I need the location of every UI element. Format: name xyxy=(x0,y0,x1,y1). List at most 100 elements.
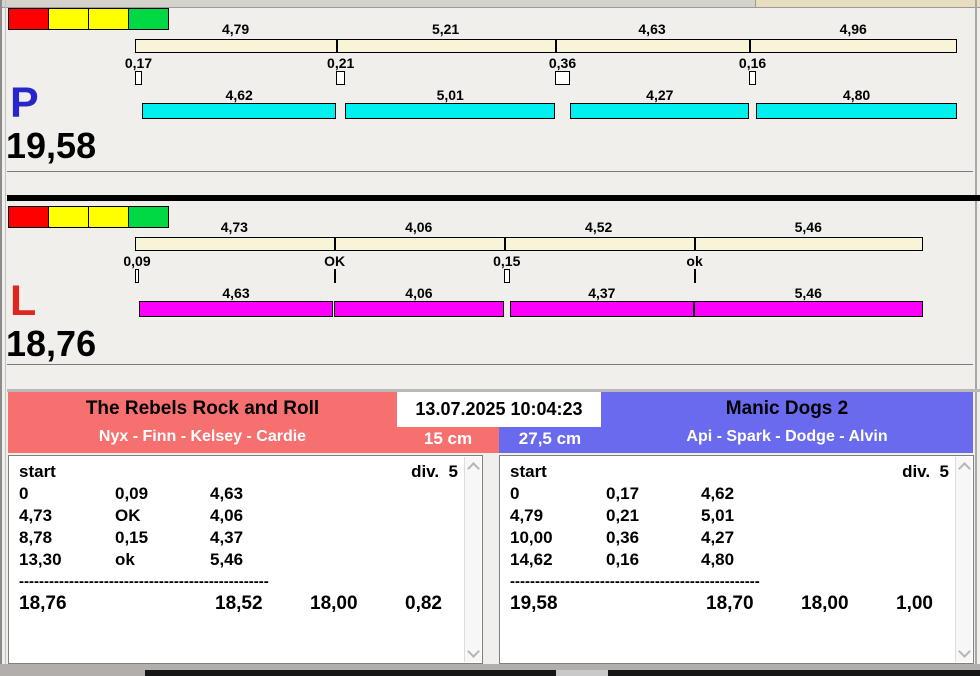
table-total-value: 18,52 xyxy=(215,593,263,614)
lane-letter: L xyxy=(10,277,37,325)
dog-run-bar-segment xyxy=(570,103,750,119)
status-light xyxy=(48,8,89,30)
table-left-scrollbar[interactable] xyxy=(464,457,481,662)
exchange-ok-tick xyxy=(693,269,696,283)
exchange-time-label: ok xyxy=(686,253,703,269)
dog-run-bar-segment xyxy=(138,301,334,317)
exchange-time-label: 0,36 xyxy=(548,55,577,71)
team-right-height-class: 27,5 cm xyxy=(518,429,582,448)
table-total-value: 18,76 xyxy=(19,593,67,614)
exchange-indicator-box xyxy=(336,71,346,85)
table-right-scrollbar[interactable] xyxy=(955,457,972,662)
bar-segment-divider xyxy=(555,40,557,52)
team-left-results-table: start div. 5 ---------------------------… xyxy=(8,455,483,664)
status-light xyxy=(48,206,89,228)
exchange-time-label: 0,16 xyxy=(738,55,767,71)
split-time-label: 4,06 xyxy=(405,219,433,235)
dog-run-bar-segment xyxy=(510,301,694,317)
run-time-label: 5,46 xyxy=(794,285,822,301)
table-cell: ok xyxy=(115,550,135,569)
exchange-indicator-box xyxy=(555,71,570,85)
status-light xyxy=(8,8,49,30)
table-header-start: start xyxy=(19,462,56,481)
lane-total-time: 18,76 xyxy=(6,323,97,364)
exchange-time-label: 0,09 xyxy=(123,253,151,269)
exchange-time-label: OK xyxy=(324,253,346,269)
chevron-down-icon xyxy=(467,645,480,658)
bar-segment-divider xyxy=(333,238,336,250)
lane-letter: P xyxy=(10,79,39,127)
table-cell: 4,06 xyxy=(210,506,244,525)
relay-panel-l: 4,73 4,06 4,52 5,46 0,09 OK 0,15 ok 4,63 4,06 4,37… xyxy=(0,206,980,370)
split-time-label: 4,52 xyxy=(585,219,613,235)
split-time-label: 4,79 xyxy=(221,21,250,37)
chevron-up-icon xyxy=(467,462,480,475)
table-cell: 0,36 xyxy=(606,528,640,547)
team-right-name: Manic Dogs 2 xyxy=(725,398,849,419)
lane-total-time: 19,58 xyxy=(6,125,97,166)
table-cell: 4,63 xyxy=(210,484,244,503)
relay-panel-p: 4,79 5,21 4,63 4,96 0,17 0,21 0,36 0,16 4,62 5,01… xyxy=(0,8,980,172)
team-left-members: Nyx - Finn - Kelsey - Cardie xyxy=(98,428,307,445)
table-separator-dashes: ----------------------------------------… xyxy=(19,573,269,590)
run-time-label: 5,01 xyxy=(436,87,464,103)
table-cell: 5,46 xyxy=(210,550,244,569)
table-cell: 4,73 xyxy=(19,506,53,525)
split-total-bar xyxy=(135,39,958,53)
scroll-up-button[interactable] xyxy=(956,457,972,475)
exchange-time-label: 0,15 xyxy=(493,253,521,269)
split-time-label: 5,21 xyxy=(431,21,460,37)
scroll-up-button[interactable] xyxy=(465,457,481,475)
split-time-label: 5,46 xyxy=(794,219,822,235)
taskbar-fragment-notch xyxy=(556,670,608,676)
table-cell: 10,00 xyxy=(510,528,553,547)
scroll-down-button[interactable] xyxy=(465,644,481,662)
team-left-height-class: 15 cm xyxy=(423,429,473,448)
table-cell: 8,78 xyxy=(19,528,53,547)
dog-run-bar-segment xyxy=(693,301,923,317)
status-light xyxy=(88,206,129,228)
table-total-value: 18,70 xyxy=(706,593,754,614)
table-cell: 4,37 xyxy=(210,528,244,547)
table-total-value: 18,00 xyxy=(801,593,849,614)
table-separator-dashes: ----------------------------------------… xyxy=(510,573,760,590)
exchange-time-label: 0,17 xyxy=(124,55,153,71)
table-cell: 0,17 xyxy=(606,484,640,503)
dog-run-bar-segment xyxy=(142,103,337,119)
table-cell: 5,01 xyxy=(701,506,735,525)
bar-segment-divider xyxy=(503,238,506,250)
bar-segment-divider xyxy=(749,40,752,52)
exchange-time-label: 0,21 xyxy=(327,55,355,71)
table-division-label: div. 5 xyxy=(411,462,458,481)
dog-run-bar-segment xyxy=(755,103,958,119)
table-total-value: 19,58 xyxy=(510,593,558,614)
table-cell: OK xyxy=(115,506,141,525)
split-time-label: 4,96 xyxy=(839,21,867,37)
split-time-label: 4,73 xyxy=(220,219,248,235)
run-time-label: 4,62 xyxy=(225,87,253,103)
exchange-ok-tick xyxy=(333,269,336,283)
run-time-label: 4,06 xyxy=(405,285,433,301)
exchange-indicator-box xyxy=(503,269,510,283)
table-cell: 13,30 xyxy=(19,550,62,569)
status-light xyxy=(128,8,169,30)
chevron-up-icon xyxy=(958,462,971,475)
bar-segment-divider xyxy=(336,40,339,52)
table-division-label: div. 5 xyxy=(902,462,949,481)
team-right-results-table: start div. 5 ---------------------------… xyxy=(499,455,974,664)
run-time-label: 4,27 xyxy=(646,87,674,103)
status-light xyxy=(88,8,129,30)
panel-p-bottom-border xyxy=(7,171,973,172)
bar-segment-divider xyxy=(693,238,696,250)
table-cell: 0,15 xyxy=(115,528,149,547)
table-cell: 0,21 xyxy=(606,506,640,525)
dog-run-bar-segment xyxy=(345,103,556,119)
exchange-indicator-box xyxy=(135,71,142,85)
table-cell: 4,80 xyxy=(701,550,735,569)
scroll-down-button[interactable] xyxy=(956,644,972,662)
run-time-label: 4,63 xyxy=(222,285,250,301)
exchange-indicator-box xyxy=(749,71,757,85)
table-header-start: start xyxy=(510,462,547,481)
table-total-value: 0,82 xyxy=(405,593,442,614)
table-total-value: 1,00 xyxy=(896,593,933,614)
